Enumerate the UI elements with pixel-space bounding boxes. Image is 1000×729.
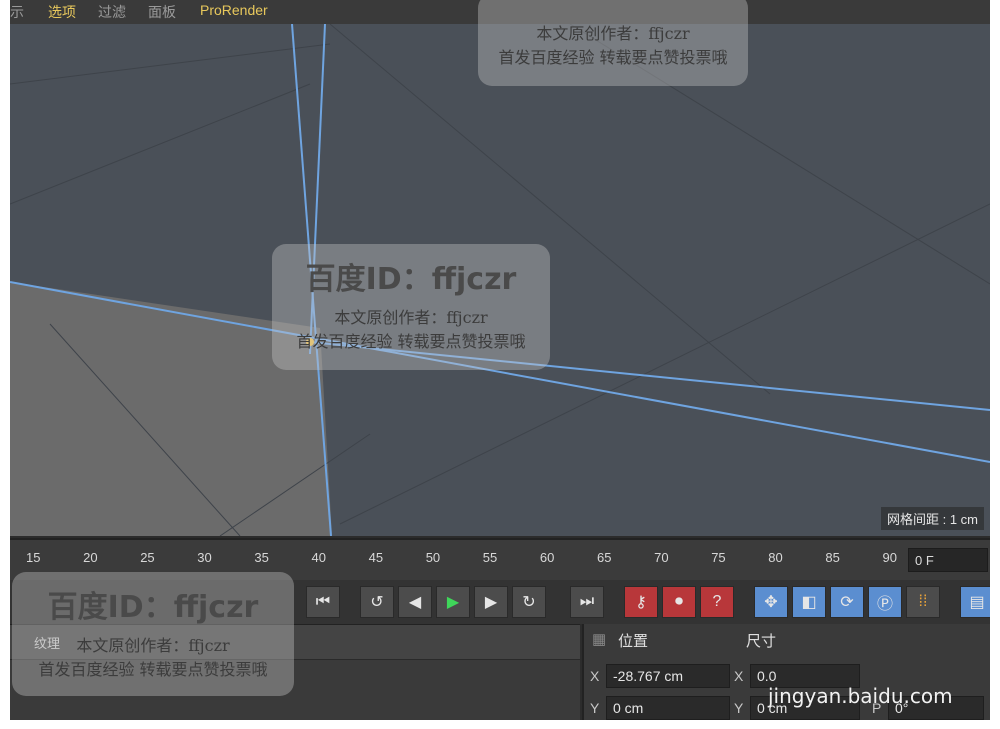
question-icon: ? <box>712 593 722 610</box>
scale-tool-button[interactable]: ◧ <box>792 586 826 618</box>
rotate-icon: ⟳ <box>840 594 854 611</box>
dots-grid-icon: ⁞⁞ <box>918 593 928 610</box>
timeline-tick-label: 70 <box>654 550 669 565</box>
rotate-tool-button[interactable]: ⟳ <box>830 586 864 618</box>
film-icon: ▤ <box>969 594 985 611</box>
next-key-icon: ↻ <box>522 594 536 611</box>
scale-icon: ◧ <box>801 594 817 611</box>
move-tool-button[interactable]: ✥ <box>754 586 788 618</box>
timeline-tick-label: 75 <box>711 550 726 565</box>
site-watermark: jingyan.baidu.com <box>768 684 953 708</box>
move-arrows-icon: ✥ <box>764 594 778 611</box>
next-key-button[interactable]: ↻ <box>512 586 546 618</box>
timeline-tick-label: 85 <box>825 550 840 565</box>
record-active-button[interactable]: ⚷ <box>624 586 658 618</box>
position-y-field[interactable]: 0 cm <box>606 696 730 720</box>
prev-key-icon: ↺ <box>370 594 384 611</box>
step-back-icon: ◀ <box>408 594 422 611</box>
timeline-tick-label: 30 <box>197 550 212 565</box>
autokey-button[interactable]: ⏺ <box>662 586 696 618</box>
skip-end-icon: ⏭ <box>579 593 595 610</box>
p-icon: Ⓟ <box>876 596 893 613</box>
go-to-start-button[interactable]: ⏮ <box>306 586 340 618</box>
previous-frame-button[interactable]: ◀ <box>398 586 432 618</box>
timeline-tick-label: 35 <box>254 550 269 565</box>
timeline-tick-label: 50 <box>425 550 441 565</box>
watermark-bottom-left: 百度ID：ffjczr 本文原创作者：ffjczr 首发百度经验 转载要点赞投票… <box>12 572 294 696</box>
pos-y-label: Y <box>590 700 600 716</box>
pos-x-label: X <box>590 668 600 684</box>
timeline-tick-label: 65 <box>597 550 612 565</box>
watermark-center: 百度ID：ffjczr 本文原创作者：ffjczr 首发百度经验 转载要点赞投票… <box>272 244 550 370</box>
play-icon: ▶ <box>446 594 460 611</box>
timeline-tick-label: 55 <box>482 550 498 565</box>
grip-icon: ▦ <box>592 631 607 648</box>
menu-item-panel[interactable]: 面板 <box>148 2 176 22</box>
menu-item-prorender[interactable]: ProRender <box>200 2 268 18</box>
autokey-icon: ⏺ <box>674 593 683 610</box>
next-frame-button[interactable]: ▶ <box>474 586 508 618</box>
size-y-label: Y <box>734 700 744 716</box>
menu-item-show[interactable]: 示 <box>10 2 24 22</box>
timeline-tick-label: 60 <box>539 550 555 565</box>
current-frame-field[interactable]: 0 F <box>908 548 988 572</box>
play-forward-button[interactable]: ▶ <box>436 586 470 618</box>
size-x-label: X <box>734 668 744 684</box>
watermark-top: 本文原创作者：ffjczr 首发百度经验 转载要点赞投票哦 <box>478 0 748 86</box>
keyframe-selection-button[interactable]: ? <box>700 586 734 618</box>
film-strip-button[interactable]: ▤ <box>960 586 990 618</box>
skip-start-icon: ⏮ <box>315 593 331 610</box>
timeline-tick-label: 25 <box>140 550 155 565</box>
key-icon: ⚷ <box>635 594 647 611</box>
timeline-tick-label: 90 <box>882 550 897 565</box>
go-to-end-button[interactable]: ⏭ <box>570 586 604 618</box>
menu-item-options[interactable]: 选项 <box>48 2 76 22</box>
size-heading: 尺寸 <box>746 633 777 650</box>
timeline-tick-label: 15 <box>26 550 41 565</box>
timeline-tick-label: 40 <box>311 550 326 565</box>
timeline-tick-label: 45 <box>368 550 384 565</box>
grid-spacing-label: 网格间距 : 1 cm <box>880 507 984 530</box>
step-forward-icon: ▶ <box>484 594 498 611</box>
position-x-field[interactable]: -28.767 cm <box>606 664 730 688</box>
previous-key-button[interactable]: ↺ <box>360 586 394 618</box>
position-heading: 位置 <box>618 633 649 650</box>
parameter-button[interactable]: Ⓟ <box>868 586 902 618</box>
menu-item-filter[interactable]: 过滤 <box>98 2 126 22</box>
timeline-tick-label: 80 <box>768 550 783 565</box>
timeline-tick-label: 20 <box>83 550 98 565</box>
point-level-button[interactable]: ⁞⁞ <box>906 586 940 618</box>
